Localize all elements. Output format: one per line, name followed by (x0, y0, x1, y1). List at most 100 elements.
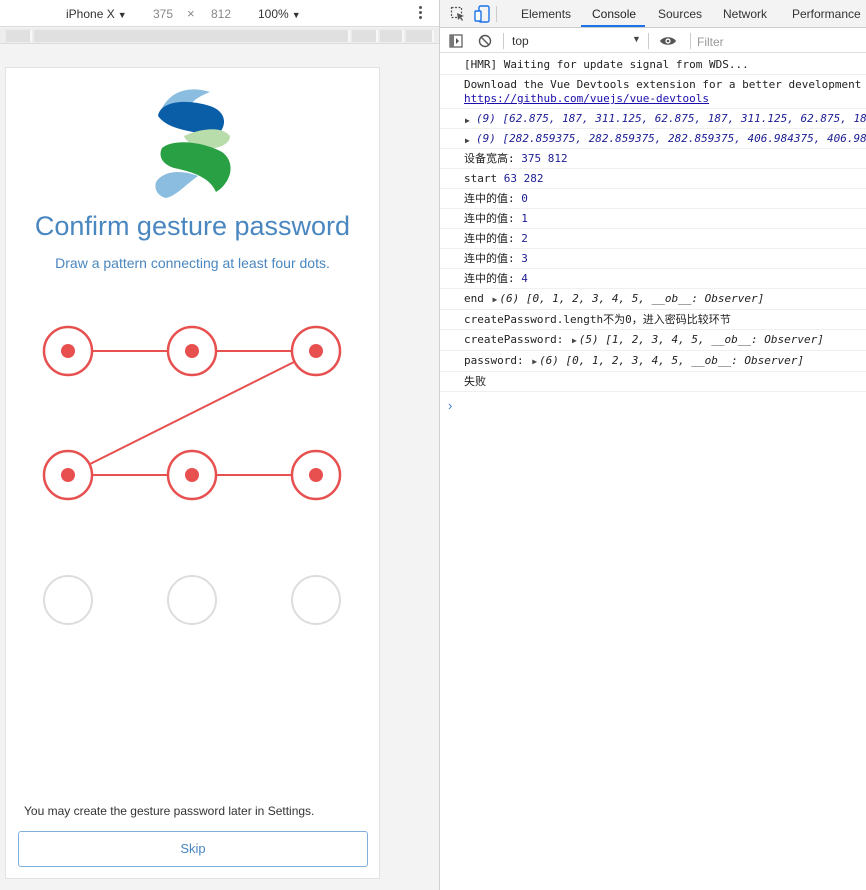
console-toolbar: top ▼ Filter (440, 29, 866, 53)
gesture-pattern-pad[interactable] (6, 308, 379, 648)
log-value: 375 812 (521, 152, 568, 165)
log-line[interactable]: password: ▶ (6) [0, 1, 2, 3, 4, 5, __ob__… (440, 351, 866, 372)
pattern-dot-0[interactable] (42, 325, 94, 377)
active-tab-indicator (581, 25, 645, 27)
log-label: end (464, 292, 484, 305)
pattern-dot-4[interactable] (166, 449, 218, 501)
device-toggle-icon[interactable] (474, 5, 490, 23)
log-label: 连中的值: (464, 232, 515, 245)
device-emulator-area: iPhone X ▼ 375 × 812 100% ▼ Confirm gestur… (0, 0, 439, 890)
log-label: 连中的值: (464, 252, 515, 265)
devtools-panel: Elements Console Sources Network Perform… (439, 0, 866, 890)
zoom-value: 100% (258, 7, 289, 21)
logo-bottom-light (155, 172, 198, 198)
pattern-dot-center (61, 468, 75, 482)
log-label: 连中的值: (464, 192, 515, 205)
log-label: password: (464, 354, 524, 367)
eye-icon[interactable] (659, 35, 677, 47)
expand-triangle-icon[interactable]: ▶ (465, 114, 470, 128)
pattern-dot-ring (43, 575, 93, 625)
pattern-dot-center (61, 344, 75, 358)
log-value: 63 282 (503, 172, 544, 185)
log-array: (5) [1, 2, 3, 4, 5, __ob__: Observer] (578, 333, 824, 346)
clear-console-icon[interactable] (478, 34, 492, 48)
tab-performance[interactable]: Performance (792, 7, 861, 21)
page-title: Confirm gesture password (34, 211, 351, 241)
settings-hint: You may create the gesture password late… (24, 804, 315, 818)
expand-triangle-icon[interactable]: ▶ (532, 357, 537, 366)
log-line: 连中的值: 0 (440, 189, 866, 209)
log-value: 3 (521, 252, 528, 265)
times-icon: × (187, 6, 195, 21)
log-line: createPassword.length不为0，进入密码比较环节 (440, 310, 866, 330)
devtools-tabbar: Elements Console Sources Network Perform… (440, 0, 866, 28)
log-line: Download the Vue Devtools extension for … (440, 75, 866, 109)
inspect-element-icon[interactable] (450, 6, 466, 22)
context-select[interactable]: top (512, 34, 529, 48)
log-line[interactable]: createPassword: ▶ (5) [1, 2, 3, 4, 5, __o… (440, 330, 866, 351)
log-array: (6) [0, 1, 2, 3, 4, 5, __ob__: Observer] (539, 354, 804, 367)
expand-triangle-icon[interactable]: ▶ (465, 134, 470, 148)
device-name: iPhone X (66, 7, 115, 21)
caret-down-icon: ▼ (632, 34, 641, 44)
tab-elements[interactable]: Elements (521, 7, 571, 21)
expand-triangle-icon[interactable]: ▶ (493, 295, 498, 304)
pattern-dot-center (185, 344, 199, 358)
log-text: createPassword.length不为0，进入密码比较环节 (464, 313, 731, 326)
skip-button[interactable]: Skip (18, 831, 368, 867)
console-output: [HMR] Waiting for update signal from WDS… (440, 55, 866, 392)
log-label: 连中的值: (464, 272, 515, 285)
vue-devtools-link[interactable]: https://github.com/vuejs/vue-devtools (464, 92, 709, 105)
log-line: 连中的值: 3 (440, 249, 866, 269)
log-line: start 63 282 (440, 169, 866, 189)
sidebar-toggle-icon[interactable] (449, 34, 463, 48)
zoom-select[interactable]: 100% ▼ (258, 7, 301, 21)
pattern-dot-1[interactable] (166, 325, 218, 377)
expand-triangle-icon[interactable]: ▶ (572, 336, 577, 345)
filter-input[interactable]: Filter (697, 35, 724, 49)
pattern-dot-center (185, 468, 199, 482)
log-line[interactable]: end ▶ (6) [0, 1, 2, 3, 4, 5, __ob__: Obse… (440, 289, 866, 310)
page-subtitle: Draw a pattern connecting at least four … (55, 255, 330, 271)
log-text: 失败 (464, 375, 486, 388)
device-height-input[interactable]: 812 (211, 7, 231, 21)
log-label: start (464, 172, 498, 185)
pattern-dot-ring (291, 575, 341, 625)
log-value: 2 (521, 232, 528, 245)
tab-console[interactable]: Console (592, 7, 636, 21)
pattern-dot-ring (167, 575, 217, 625)
log-array: (6) [0, 1, 2, 3, 4, 5, __ob__: Observer] (499, 292, 765, 305)
screen: iPhone X ▼ 375 × 812 100% ▼ Confirm gestur… (0, 0, 866, 890)
tab-network[interactable]: Network (723, 7, 767, 21)
pattern-dot-3[interactable] (42, 449, 94, 501)
log-text: Download the Vue Devtools extension for … (464, 78, 862, 91)
pattern-dot-7[interactable] (167, 575, 217, 625)
log-array: (9) [62.875, 187, 311.125, 62.875, 187, … (476, 112, 866, 125)
log-line: 连中的值: 1 (440, 209, 866, 229)
phone-viewport: Confirm gesture password Draw a pattern … (5, 67, 380, 879)
log-line: 连中的值: 4 (440, 269, 866, 289)
pattern-dot-5[interactable] (290, 449, 342, 501)
pattern-dot-6[interactable] (43, 575, 93, 625)
brand-logo-icon (155, 89, 231, 198)
log-value: 0 (521, 192, 528, 205)
log-label: 连中的值: (464, 212, 515, 225)
pattern-dot-center (309, 468, 323, 482)
pattern-dot-8[interactable] (291, 575, 341, 625)
pattern-dot-center (309, 344, 323, 358)
more-options-icon[interactable] (414, 4, 426, 22)
log-line: [HMR] Waiting for update signal from WDS… (440, 55, 866, 75)
device-toolbar: iPhone X ▼ 375 × 812 100% ▼ (0, 0, 439, 27)
media-query-bar[interactable] (0, 28, 439, 44)
log-array: (9) [282.859375, 282.859375, 282.859375,… (476, 132, 866, 145)
device-width-input[interactable]: 375 (153, 7, 173, 21)
log-line[interactable]: ▶ (9) [62.875, 187, 311.125, 62.875, 187,… (440, 109, 866, 129)
tab-sources[interactable]: Sources (658, 7, 702, 21)
log-label: createPassword: (464, 333, 564, 346)
caret-down-icon: ▼ (117, 10, 127, 20)
pattern-dot-2[interactable] (290, 325, 342, 377)
log-text: [HMR] Waiting for update signal from WDS… (464, 58, 749, 71)
device-select[interactable]: iPhone X ▼ (66, 7, 127, 21)
console-prompt[interactable]: › (448, 398, 452, 413)
log-line[interactable]: ▶ (9) [282.859375, 282.859375, 282.859375… (440, 129, 866, 149)
